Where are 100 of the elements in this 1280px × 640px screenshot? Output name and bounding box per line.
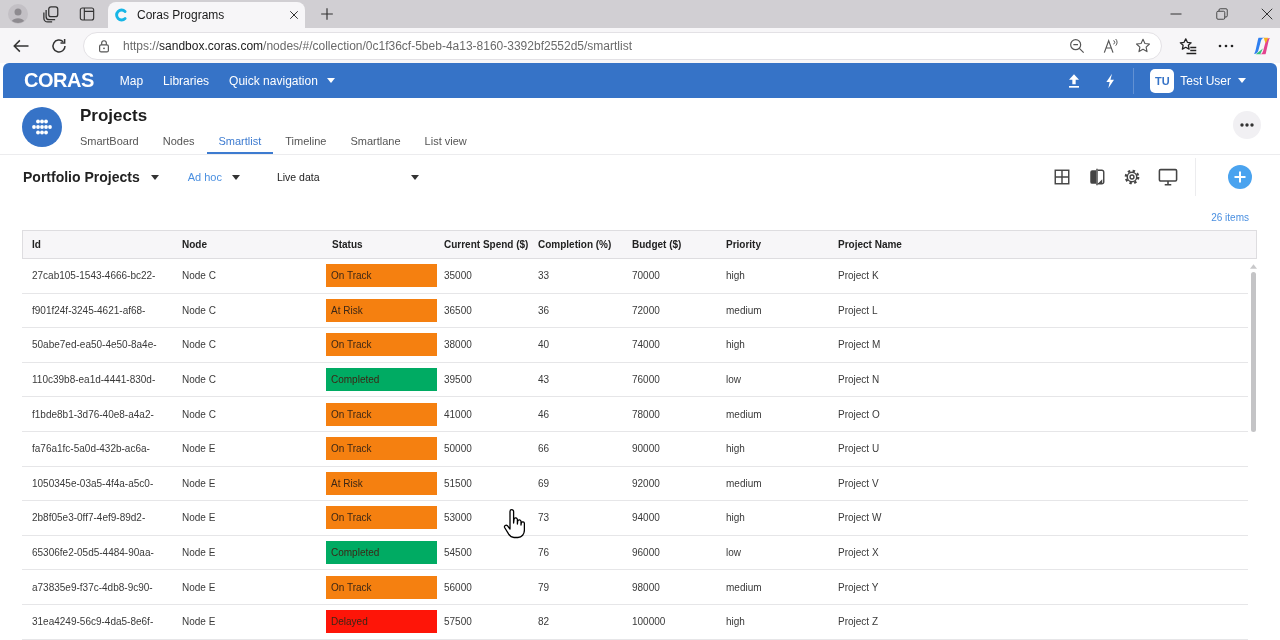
status-tag: Delayed [326, 610, 437, 634]
star-list-icon[interactable] [1179, 36, 1197, 55]
table-cell-text: medium [725, 304, 763, 316]
user-avatar[interactable]: TU [1150, 68, 1175, 93]
nav-link[interactable]: Map [119, 73, 144, 88]
settings-icon[interactable] [1123, 168, 1141, 186]
table-cell-text: Project U [837, 443, 881, 455]
view-tab[interactable]: Smartlane [338, 125, 413, 154]
table-cell-text: Project X [837, 547, 880, 559]
close-icon[interactable] [289, 10, 299, 20]
table-cell-text: 57500 [443, 616, 473, 628]
table-cell-text: 70000 [631, 270, 661, 282]
table-cell-text: Project N [837, 374, 881, 386]
logo: CORAS [24, 69, 94, 92]
nav-link[interactable]: Libraries [163, 73, 210, 88]
column-header: Node [181, 239, 208, 250]
status-tag: On Track [326, 437, 437, 461]
letter-waves-icon[interactable] [1103, 37, 1119, 54]
table-cell-text: 27cab105-1543-4666-bc22- [31, 270, 157, 282]
nav-link[interactable]: Quick navigation [229, 73, 335, 88]
view-tab[interactable]: Timeline [273, 125, 339, 154]
data-source-select[interactable]: Live data [276, 171, 419, 183]
restore-icon[interactable] [1216, 8, 1228, 20]
table-cell-text: 53000 [443, 512, 473, 524]
caret-icon[interactable] [231, 174, 240, 180]
table-cell-text: 69 [537, 477, 551, 489]
table-cell-text: 51500 [443, 477, 473, 489]
reload-icon[interactable] [50, 36, 68, 55]
monitor-icon[interactable] [1158, 168, 1178, 186]
table-cell-text: 40 [537, 339, 551, 351]
table-cell-text: Project Z [837, 616, 879, 628]
table-cell-text: 73 [537, 512, 551, 524]
colorful-logo-icon[interactable] [1252, 35, 1272, 56]
table-cell-text: low [725, 374, 742, 386]
table-cell-text: fa76a1fc-5a0d-432b-ac6a- [31, 443, 151, 455]
more-button[interactable] [1233, 111, 1261, 139]
table-cell-text: 100000 [631, 616, 667, 628]
table-cell-text: 96000 [631, 547, 661, 559]
table-cell-text: 38000 [443, 339, 473, 351]
column-header: Priority [725, 239, 762, 250]
table-cell-text: 92000 [631, 477, 661, 489]
user-name[interactable]: Test User [1180, 73, 1231, 88]
status-tag: On Track [326, 575, 437, 599]
address-bar[interactable]: https://sandbox.coras.com/nodes/#/collection/0c1f36cf-5beb-4a13-8160-3392bf2552d5/smartlist [83, 31, 1162, 60]
table-cell-text: f901f24f-3245-4621-af68- [31, 304, 147, 316]
scrollbar-thumb[interactable] [1251, 272, 1256, 432]
table-cell-text: 35000 [443, 270, 473, 282]
table-cell-text: Project Y [837, 581, 880, 593]
status-tag: On Track [326, 402, 437, 426]
table-cell-text: Node C [181, 408, 217, 420]
table-cell-text: 41000 [443, 408, 473, 420]
lock-icon[interactable] [97, 38, 111, 53]
ellipsis-icon [1240, 123, 1254, 127]
browser-tab[interactable]: Coras Programs [108, 2, 305, 28]
star-icon[interactable] [1135, 37, 1151, 54]
add-icon[interactable] [1228, 165, 1252, 189]
item-count: 26 items [1211, 212, 1249, 225]
table-cell-text: 1050345e-03a5-4f4a-a5c0- [31, 477, 155, 489]
view-dropdown[interactable]: Portfolio Projects [23, 169, 159, 185]
window-tabs-icon[interactable] [79, 6, 95, 22]
page-title: Projects [80, 107, 148, 125]
split-view-icon[interactable] [1088, 168, 1106, 186]
table-cell-text: 31ea4249-56c9-4da5-8e6f- [31, 616, 155, 628]
close-icon[interactable] [1261, 8, 1273, 20]
table-cell-text: 94000 [631, 512, 661, 524]
status-tag: On Track [326, 264, 437, 288]
table-cell-text: 65306fe2-05d5-4484-90aa- [31, 547, 155, 559]
view-tab[interactable]: Nodes [150, 125, 207, 154]
table-cell-text: 98000 [631, 581, 661, 593]
view-tab[interactable]: List view [412, 125, 479, 154]
view-tab[interactable]: SmartBoard [68, 125, 151, 154]
table-cell-text: 76000 [631, 374, 661, 386]
column-header: Status [331, 239, 364, 250]
view-tab[interactable]: Smartlist [206, 125, 274, 154]
workspaces-icon[interactable] [42, 5, 60, 23]
table-cell-text: 82 [537, 616, 551, 628]
table-cell-text: Node C [181, 304, 217, 316]
caret-icon[interactable] [410, 174, 419, 180]
table-cell-text: low [725, 547, 742, 559]
column-header: Project Name [837, 239, 903, 250]
table-cell-text: 110c39b8-ea1d-4441-830d- [31, 374, 157, 386]
table-cell-text: medium [725, 408, 763, 420]
column-header: Completion (%) [537, 239, 613, 250]
table-cell-text: 46 [537, 408, 551, 420]
grid-icon[interactable] [1053, 168, 1071, 186]
table-cell-text: Project L [837, 304, 879, 316]
table-cell-text: 39500 [443, 374, 473, 386]
table-cell-text: 36500 [443, 304, 473, 316]
table-cell-text: high [725, 443, 746, 455]
table-cell-text: 79 [537, 581, 551, 593]
table-cell-text: Node E [181, 581, 217, 593]
caret-icon[interactable] [150, 174, 159, 180]
table-cell-text: 50000 [443, 443, 473, 455]
table-cell-text: 72000 [631, 304, 661, 316]
table-cell-text: medium [725, 581, 763, 593]
plus-icon[interactable] [320, 7, 334, 21]
column-header: Budget ($) [631, 239, 683, 250]
table-cell-text: 90000 [631, 443, 661, 455]
zoom-out-icon[interactable] [1069, 37, 1085, 54]
table-cell-text: high [725, 512, 746, 524]
